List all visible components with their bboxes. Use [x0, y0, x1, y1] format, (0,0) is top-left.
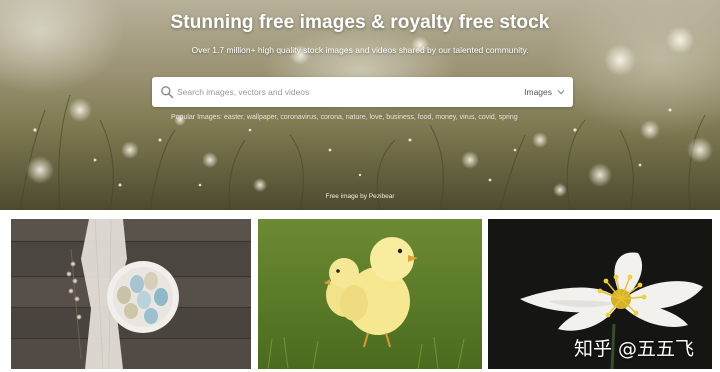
- popular-tag[interactable]: money: [435, 114, 456, 121]
- hero-banner: Stunning free images & royalty free stoc…: [0, 0, 720, 210]
- easter-eggs-image: [11, 219, 251, 369]
- image-credit[interactable]: Free image by Pezibear: [0, 193, 720, 200]
- chevron-down-icon: [557, 90, 565, 95]
- media-type-label: Images: [524, 87, 552, 97]
- hero-subtitle: Over 1.7 million+ high quality stock ima…: [191, 45, 529, 55]
- popular-tag-list: easter, wallpaper, coronavirus, corona, …: [223, 114, 518, 121]
- popular-tag[interactable]: coronavirus: [280, 114, 316, 121]
- popular-tag[interactable]: food: [418, 114, 432, 121]
- popular-tags: Popular Images: easter, wallpaper, coron…: [171, 114, 571, 121]
- popular-tag[interactable]: easter: [224, 114, 243, 121]
- popular-tag[interactable]: virus: [460, 114, 475, 121]
- search-icon[interactable]: [160, 85, 174, 99]
- search-bar: Images: [152, 77, 573, 107]
- popular-tag[interactable]: covid: [478, 114, 494, 121]
- chicks-image: [258, 219, 482, 369]
- popular-tag[interactable]: love: [370, 114, 383, 121]
- search-input[interactable]: [177, 83, 507, 101]
- popular-tag[interactable]: nature: [346, 114, 366, 121]
- popular-label: Popular Images:: [171, 114, 222, 121]
- photo-flower[interactable]: 知乎 @五五飞: [488, 219, 712, 369]
- hero-title: Stunning free images & royalty free stoc…: [170, 12, 550, 33]
- photo-chicks[interactable]: [258, 219, 482, 369]
- popular-tag[interactable]: wallpaper: [247, 114, 277, 121]
- media-type-select[interactable]: Images: [524, 77, 565, 107]
- photo-easter-eggs[interactable]: [11, 219, 251, 369]
- popular-tag[interactable]: business: [386, 114, 414, 121]
- popular-tag[interactable]: corona: [320, 114, 341, 121]
- watermark: 知乎 @五五飞: [573, 338, 694, 360]
- popular-tag[interactable]: spring: [499, 114, 518, 121]
